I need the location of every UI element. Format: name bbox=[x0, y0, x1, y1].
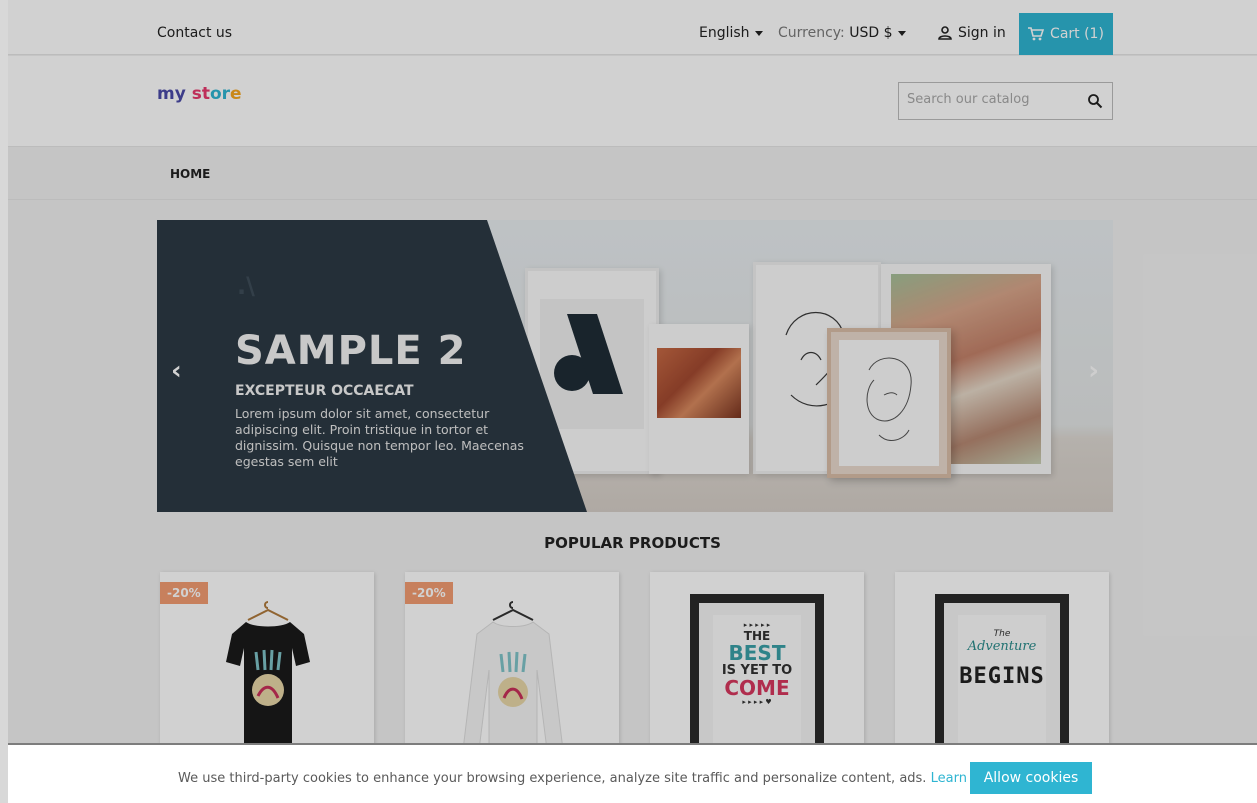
shopping-cart-icon bbox=[1028, 27, 1045, 41]
discount-badge: -20% bbox=[405, 582, 453, 604]
poster-mat: The Adventure BEGINS bbox=[944, 603, 1060, 752]
sign-in-link[interactable]: Sign in bbox=[938, 25, 1006, 41]
brand-mark: .\ bbox=[237, 272, 255, 300]
product-card[interactable]: -20% bbox=[160, 572, 374, 752]
search-icon[interactable] bbox=[1087, 93, 1103, 109]
product-list: -20% -20% ▸ ▸ ▸ ▸ ▸ THE BEST IS YET TO C… bbox=[160, 572, 1112, 752]
currency-selector[interactable]: Currency: USD $ bbox=[778, 25, 906, 41]
hero-carousel: .\ SAMPLE 2 EXCEPTEUR OCCAECAT Lorem ips… bbox=[157, 220, 1113, 512]
product-card[interactable]: ▸ ▸ ▸ ▸ ▸ THE BEST IS YET TO COME ▸ ▸ ▸ … bbox=[650, 572, 864, 752]
slide-frame-canyon bbox=[649, 324, 749, 474]
poster-line: COME bbox=[724, 676, 790, 700]
canyon-photo bbox=[657, 348, 741, 418]
poster-art: ▸ ▸ ▸ ▸ ▸ THE BEST IS YET TO COME ▸ ▸ ▸ … bbox=[713, 615, 801, 752]
chevron-right-icon[interactable]: › bbox=[1088, 356, 1099, 386]
poster-image: ▸ ▸ ▸ ▸ ▸ THE BEST IS YET TO COME ▸ ▸ ▸ … bbox=[690, 594, 824, 752]
allow-cookies-button[interactable]: Allow cookies bbox=[970, 762, 1092, 794]
language-label: English bbox=[699, 25, 750, 41]
caret-down-icon bbox=[754, 30, 763, 36]
page: Contact us English Currency: USD $ Sign … bbox=[8, 0, 1257, 803]
poster-art: The Adventure BEGINS bbox=[958, 615, 1046, 752]
slide-subtitle: EXCEPTEUR OCCAECAT bbox=[235, 383, 414, 399]
site-header: my store bbox=[8, 56, 1257, 146]
cart-label: Cart (1) bbox=[1050, 26, 1104, 42]
product-card[interactable]: -20% bbox=[405, 572, 619, 752]
main-menu: HOME bbox=[8, 146, 1257, 200]
chevron-left-icon[interactable]: ‹ bbox=[171, 356, 182, 386]
slide-title: SAMPLE 2 bbox=[235, 328, 467, 374]
sweater-image bbox=[463, 601, 563, 750]
popular-products-title: POPULAR PRODUCTS bbox=[544, 534, 721, 552]
search-box bbox=[898, 82, 1113, 120]
logo-part: or bbox=[209, 84, 231, 104]
slide-description: Lorem ipsum dolor sit amet, consectetur … bbox=[235, 406, 524, 469]
currency-label: Currency: bbox=[778, 25, 845, 41]
store-logo[interactable]: my store bbox=[157, 84, 242, 104]
logo-part: st bbox=[191, 84, 210, 104]
sign-in-label: Sign in bbox=[958, 25, 1006, 41]
logo-part: e bbox=[230, 84, 242, 104]
poster-line: ▸ ▸ ▸ ▸ ▸ bbox=[743, 621, 771, 629]
search-input[interactable] bbox=[907, 92, 1077, 107]
menu-item-home[interactable]: HOME bbox=[170, 167, 210, 181]
poster-line: Adventure bbox=[967, 639, 1037, 654]
poster-mat: ▸ ▸ ▸ ▸ ▸ THE BEST IS YET TO COME ▸ ▸ ▸ … bbox=[699, 603, 815, 752]
poster-line: BEST bbox=[728, 641, 786, 665]
face-sketch-icon bbox=[866, 357, 912, 441]
logo-part: my bbox=[157, 84, 186, 104]
tshirt-image bbox=[226, 601, 310, 750]
poster-line: BEGINS bbox=[959, 664, 1045, 689]
slide-frame-face bbox=[827, 328, 951, 478]
cookie-banner: We use third-party cookies to enhance yo… bbox=[8, 743, 1257, 803]
language-selector[interactable]: English bbox=[699, 25, 763, 41]
contact-us-link[interactable]: Contact us bbox=[157, 25, 232, 41]
currency-value: USD $ bbox=[849, 25, 893, 41]
cookie-message: We use third-party cookies to enhance yo… bbox=[178, 771, 1009, 786]
cookie-text: We use third-party cookies to enhance yo… bbox=[178, 771, 927, 786]
caret-down-icon bbox=[897, 30, 906, 36]
top-nav-bar: Contact us English Currency: USD $ Sign … bbox=[8, 0, 1257, 55]
product-card[interactable]: The Adventure BEGINS bbox=[895, 572, 1109, 752]
poster-line: The bbox=[993, 629, 1011, 639]
frame-mat bbox=[839, 340, 939, 466]
frame-mat bbox=[540, 299, 644, 429]
discount-badge: -20% bbox=[160, 582, 208, 604]
cart-button[interactable]: Cart (1) bbox=[1019, 13, 1113, 55]
user-icon bbox=[938, 26, 952, 40]
poster-image: The Adventure BEGINS bbox=[935, 594, 1069, 752]
